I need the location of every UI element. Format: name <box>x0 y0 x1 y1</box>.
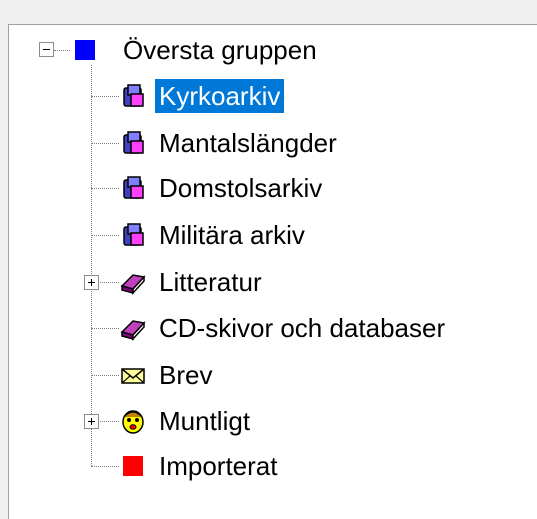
tree-item-label: Kyrkoarkiv <box>153 78 286 114</box>
tree-item-litteratur[interactable]: Litteratur <box>155 262 266 302</box>
tree-connector <box>91 328 119 329</box>
red-square-icon <box>119 452 147 480</box>
tree-connector <box>54 50 70 51</box>
tree-root-item[interactable]: Översta gruppen <box>119 30 321 70</box>
tree-item-label: Översta gruppen <box>123 35 317 65</box>
tree-item-label: Mantalslängder <box>159 128 337 158</box>
archive-icon <box>119 174 147 202</box>
expand-toggle-icon[interactable] <box>84 414 99 429</box>
tree-item-label: Militära arkiv <box>159 220 305 250</box>
book-icon <box>119 314 147 342</box>
tree-item-label: Importerat <box>159 451 278 481</box>
expand-toggle-icon[interactable] <box>84 275 99 290</box>
tree-item-kyrkoarkiv[interactable]: Kyrkoarkiv <box>153 76 286 116</box>
tree-item-label: Domstolsarkiv <box>159 173 323 203</box>
tree-item-label: Muntligt <box>159 406 251 436</box>
book-icon <box>119 268 147 296</box>
tree-connector <box>91 96 119 97</box>
tree-item-militara-arkiv[interactable]: Militära arkiv <box>155 215 309 255</box>
tree-item-mantalslangder[interactable]: Mantalslängder <box>155 123 341 163</box>
tree-connector <box>91 143 119 144</box>
tree-connector <box>91 375 119 376</box>
archive-icon <box>119 82 147 110</box>
tree-item-label: Brev <box>159 360 213 390</box>
window-frame: Översta gruppen Kyrkoarkiv Mantalslängde… <box>0 0 537 519</box>
collapse-toggle-icon[interactable] <box>39 42 54 57</box>
archive-icon <box>119 129 147 157</box>
tree-connector <box>91 235 119 236</box>
tree-view[interactable]: Översta gruppen Kyrkoarkiv Mantalslängde… <box>8 24 537 519</box>
tree-connector <box>91 65 92 466</box>
tree-item-label: CD-skivor och databaser <box>159 313 446 343</box>
blue-square-icon <box>71 36 99 64</box>
tree-connector <box>91 466 119 467</box>
tree-item-brev[interactable]: Brev <box>155 355 216 395</box>
tree-connector <box>91 188 119 189</box>
smiley-face-icon <box>119 407 147 435</box>
tree-item-muntligt[interactable]: Muntligt <box>155 401 254 441</box>
tree-item-domstolsarkiv[interactable]: Domstolsarkiv <box>155 168 326 208</box>
archive-icon <box>119 221 147 249</box>
tree-item-cd-skivor[interactable]: CD-skivor och databaser <box>155 308 449 348</box>
tree-item-importerat[interactable]: Importerat <box>155 446 282 486</box>
tree-item-label: Litteratur <box>159 267 262 297</box>
envelope-icon <box>119 361 147 389</box>
